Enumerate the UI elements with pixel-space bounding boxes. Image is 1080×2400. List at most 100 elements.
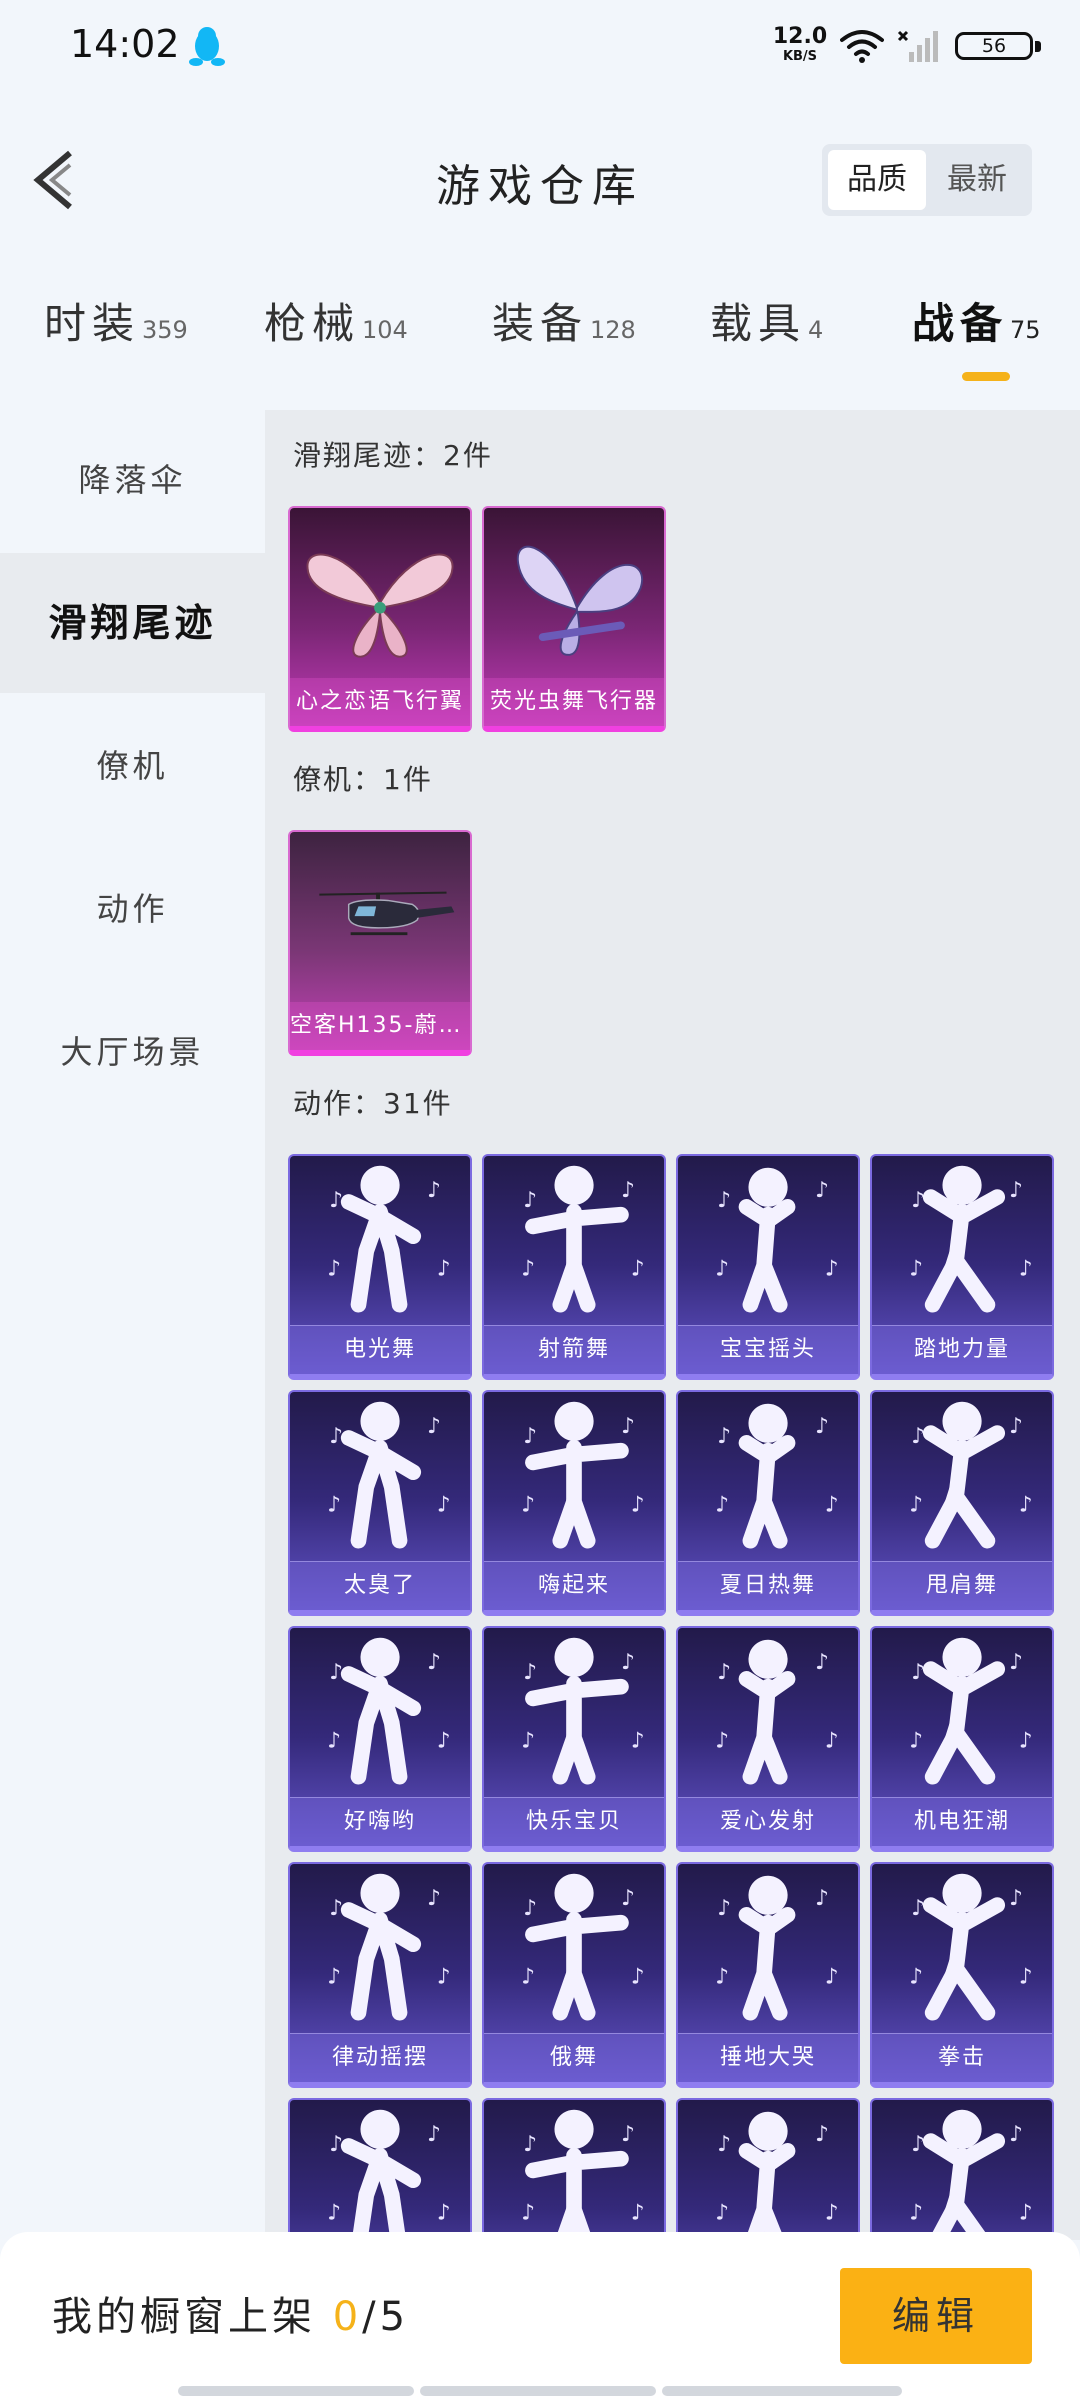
emote-card[interactable]: ♪ ♪ ♪ ♪ 律动摇摆 <box>288 1862 472 2088</box>
svg-text:♪: ♪ <box>521 2200 535 2225</box>
sidebar-item-lobby-scene[interactable]: 大厅场景 <box>0 982 265 1122</box>
svg-text:♪: ♪ <box>523 1188 537 1213</box>
tab-label: 载具 <box>710 299 807 348</box>
svg-text:♪: ♪ <box>523 1424 537 1449</box>
svg-text:♪: ♪ <box>521 1728 535 1753</box>
emote-card[interactable]: ♪ ♪ ♪ ♪ 俄舞 <box>482 1862 666 2088</box>
dancer-silhouette-icon: ♪ ♪ ♪ ♪ <box>909 1873 1033 2021</box>
wifi-icon <box>840 30 884 63</box>
dancer-silhouette-icon: ♪ ♪ ♪ ♪ <box>715 1875 838 2021</box>
svg-text:♪: ♪ <box>427 2122 441 2147</box>
emote-card[interactable]: ♪ ♪ ♪ ♪ 夏日热舞 <box>676 1390 860 1616</box>
emote-card[interactable]: ♪ ♪ ♪ ♪ 宝宝摇头 <box>676 1154 860 1380</box>
svg-text:♪: ♪ <box>815 1414 829 1439</box>
dancer-silhouette-icon: ♪ ♪ ♪ ♪ <box>327 1401 450 1549</box>
sort-by-newest-button[interactable]: 最新 <box>928 150 1026 210</box>
item-card[interactable]: 空客H135-蔚蓝… <box>288 830 472 1056</box>
emote-name: 甩肩舞 <box>872 1561 1052 1610</box>
emote-card[interactable]: ♪ ♪ ♪ ♪ <box>482 2098 666 2240</box>
item-card[interactable]: 心之恋语飞行翼 <box>288 506 472 732</box>
emote-card[interactable]: ♪ ♪ ♪ ♪ 拳击 <box>870 1862 1054 2088</box>
svg-text:♪: ♪ <box>1009 2122 1023 2147</box>
sidebar-item-glide-trail[interactable]: 滑翔尾迹 <box>0 553 265 693</box>
svg-text:♪: ♪ <box>427 1414 441 1439</box>
section-label-glide: 滑翔尾迹：2件 <box>293 439 493 472</box>
svg-text:♪: ♪ <box>437 2200 451 2225</box>
svg-text:♪: ♪ <box>911 1896 925 1921</box>
sidebar-item-wingman[interactable]: 僚机 <box>0 696 265 836</box>
emote-card[interactable]: ♪ ♪ ♪ ♪ 太臭了 <box>288 1390 472 1616</box>
emote-name: 机电狂潮 <box>872 1797 1052 1846</box>
svg-text:♪: ♪ <box>631 1492 645 1517</box>
emote-card[interactable]: ♪ ♪ ♪ ♪ 好嗨哟 <box>288 1626 472 1852</box>
sidebar: 降落伞 滑翔尾迹 僚机 动作 大厅场景 <box>0 410 265 2240</box>
svg-text:♪: ♪ <box>631 1256 645 1281</box>
emote-name: 宝宝摇头 <box>678 1325 858 1374</box>
emote-card[interactable]: ♪ ♪ ♪ ♪ 电光舞 <box>288 1154 472 1380</box>
qq-penguin-icon <box>189 27 225 66</box>
battery-icon: 56 <box>955 32 1045 62</box>
svg-text:♪: ♪ <box>909 2200 923 2225</box>
svg-text:♪: ♪ <box>1019 1492 1033 1517</box>
svg-text:♪: ♪ <box>427 1178 441 1203</box>
emote-card[interactable]: ♪ ♪ ♪ ♪ 机电狂潮 <box>870 1626 1054 1852</box>
sidebar-item-parachute[interactable]: 降落伞 <box>0 410 265 550</box>
dancer-silhouette-icon: ♪ ♪ ♪ ♪ <box>909 2109 1033 2240</box>
svg-text:♪: ♪ <box>717 2132 731 2157</box>
svg-text:♪: ♪ <box>717 1188 731 1213</box>
dancer-silhouette-icon: ♪ ♪ ♪ ♪ <box>521 2109 644 2240</box>
butterfly-glider-icon <box>516 545 643 656</box>
back-button[interactable] <box>30 145 80 215</box>
dancer-silhouette-icon: ♪ ♪ ♪ ♪ <box>909 1637 1032 1785</box>
svg-text:♪: ♪ <box>1019 2200 1033 2225</box>
tab-fashion[interactable]: 时装359 <box>44 290 188 380</box>
emote-card[interactable]: ♪ ♪ ♪ ♪ 踏地力量 <box>870 1154 1054 1380</box>
tab-guns[interactable]: 枪械104 <box>264 290 408 380</box>
emote-name: 快乐宝贝 <box>484 1797 664 1846</box>
emote-card[interactable]: ♪ ♪ ♪ ♪ 快乐宝贝 <box>482 1626 666 1852</box>
emote-card[interactable]: ♪ ♪ ♪ ♪ 甩肩舞 <box>870 1390 1054 1616</box>
svg-text:♪: ♪ <box>329 2132 343 2157</box>
tab-vehicles[interactable]: 载具4 <box>710 290 823 380</box>
svg-text:♪: ♪ <box>717 1424 731 1449</box>
emote-card[interactable]: ♪ ♪ ♪ ♪ 嗨起来 <box>482 1390 666 1616</box>
emote-card[interactable]: ♪ ♪ ♪ ♪ <box>288 2098 472 2240</box>
svg-text:♪: ♪ <box>715 1964 729 1989</box>
tab-equipment[interactable]: 装备128 <box>492 290 636 380</box>
item-name: 空客H135-蔚蓝… <box>290 1002 470 1050</box>
svg-text:♪: ♪ <box>825 1492 839 1517</box>
svg-text:♪: ♪ <box>1009 1414 1023 1439</box>
showcase-total: /5 <box>362 2294 410 2340</box>
edit-button[interactable]: 编辑 <box>840 2268 1032 2364</box>
tab-battle-gear[interactable]: 战备75 <box>912 290 1041 381</box>
svg-text:♪: ♪ <box>1019 1964 1033 1989</box>
svg-text:♪: ♪ <box>715 1728 729 1753</box>
svg-text:♪: ♪ <box>437 1964 451 1989</box>
svg-text:♪: ♪ <box>911 1660 925 1685</box>
svg-text:♪: ♪ <box>327 1728 341 1753</box>
svg-text:♪: ♪ <box>631 1728 645 1753</box>
dancer-silhouette-icon: ♪ ♪ ♪ ♪ <box>327 2109 451 2240</box>
emote-card[interactable]: ♪ ♪ ♪ ♪ <box>870 2098 1054 2240</box>
svg-text:♪: ♪ <box>1009 1178 1023 1203</box>
dancer-silhouette-icon: ♪ ♪ ♪ ♪ <box>909 1165 1032 1313</box>
svg-text:♪: ♪ <box>909 1256 923 1281</box>
emote-name: 捶地大哭 <box>678 2033 858 2082</box>
item-card[interactable]: 荧光虫舞飞行器 <box>482 506 666 732</box>
emote-card[interactable]: ♪ ♪ ♪ ♪ <box>676 2098 860 2240</box>
svg-text:♪: ♪ <box>825 1728 839 1753</box>
svg-text:♪: ♪ <box>521 1964 535 1989</box>
emote-card[interactable]: ♪ ♪ ♪ ♪ 爱心发射 <box>676 1626 860 1852</box>
emote-name: 拳击 <box>872 2033 1052 2082</box>
tab-label: 装备 <box>492 299 589 348</box>
emote-card[interactable]: ♪ ♪ ♪ ♪ 捶地大哭 <box>676 1862 860 2088</box>
helicopter-icon <box>319 891 455 936</box>
showcase-current-count: 0 <box>332 2294 363 2340</box>
svg-text:♪: ♪ <box>815 1178 829 1203</box>
sort-by-quality-button[interactable]: 品质 <box>828 150 926 210</box>
emote-card[interactable]: ♪ ♪ ♪ ♪ 射箭舞 <box>482 1154 666 1380</box>
dancer-silhouette-icon: ♪ ♪ ♪ ♪ <box>909 1401 1033 1549</box>
svg-text:♪: ♪ <box>523 1660 537 1685</box>
sidebar-item-emotes[interactable]: 动作 <box>0 839 265 979</box>
svg-text:♪: ♪ <box>1009 1650 1023 1675</box>
